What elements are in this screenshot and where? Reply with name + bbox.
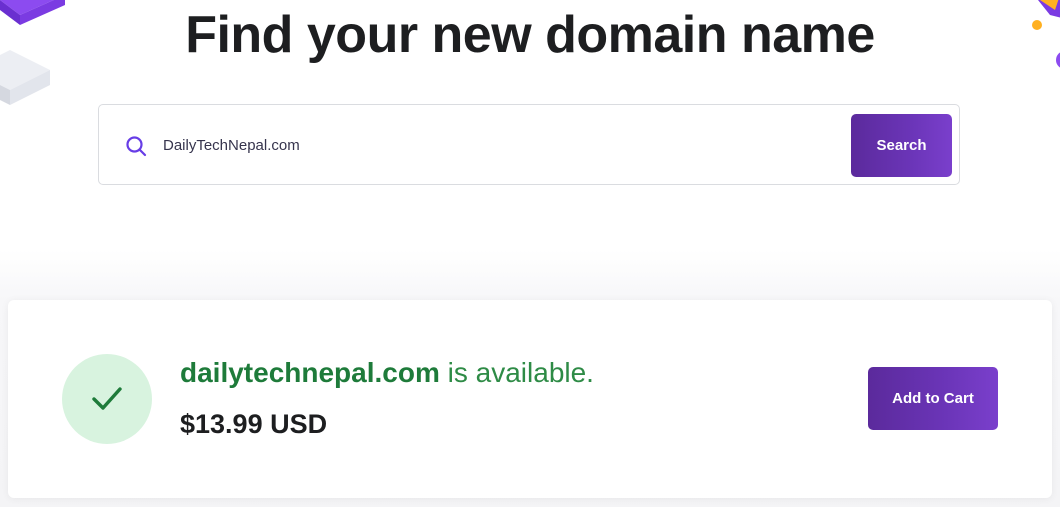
page: Find your new domain name Search dailyte…: [0, 0, 1060, 507]
availability-text: is available.: [439, 357, 594, 388]
page-title: Find your new domain name: [185, 6, 875, 64]
domain-search-bar: Search: [98, 104, 960, 185]
search-icon: [126, 136, 147, 157]
domain-price: $13.99 USD: [180, 409, 328, 439]
domain-search-input[interactable]: [163, 127, 833, 163]
available-status-badge: [62, 354, 152, 444]
search-button[interactable]: Search: [851, 114, 952, 177]
availability-message: dailytechnepal.com is available.: [180, 353, 594, 393]
domain-result-card: dailytechnepal.com is available. $13.99 …: [8, 300, 1052, 498]
checkmark-icon: [92, 387, 122, 410]
result-domain-name: dailytechnepal.com: [180, 357, 440, 388]
add-to-cart-button[interactable]: Add to Cart: [868, 367, 998, 430]
